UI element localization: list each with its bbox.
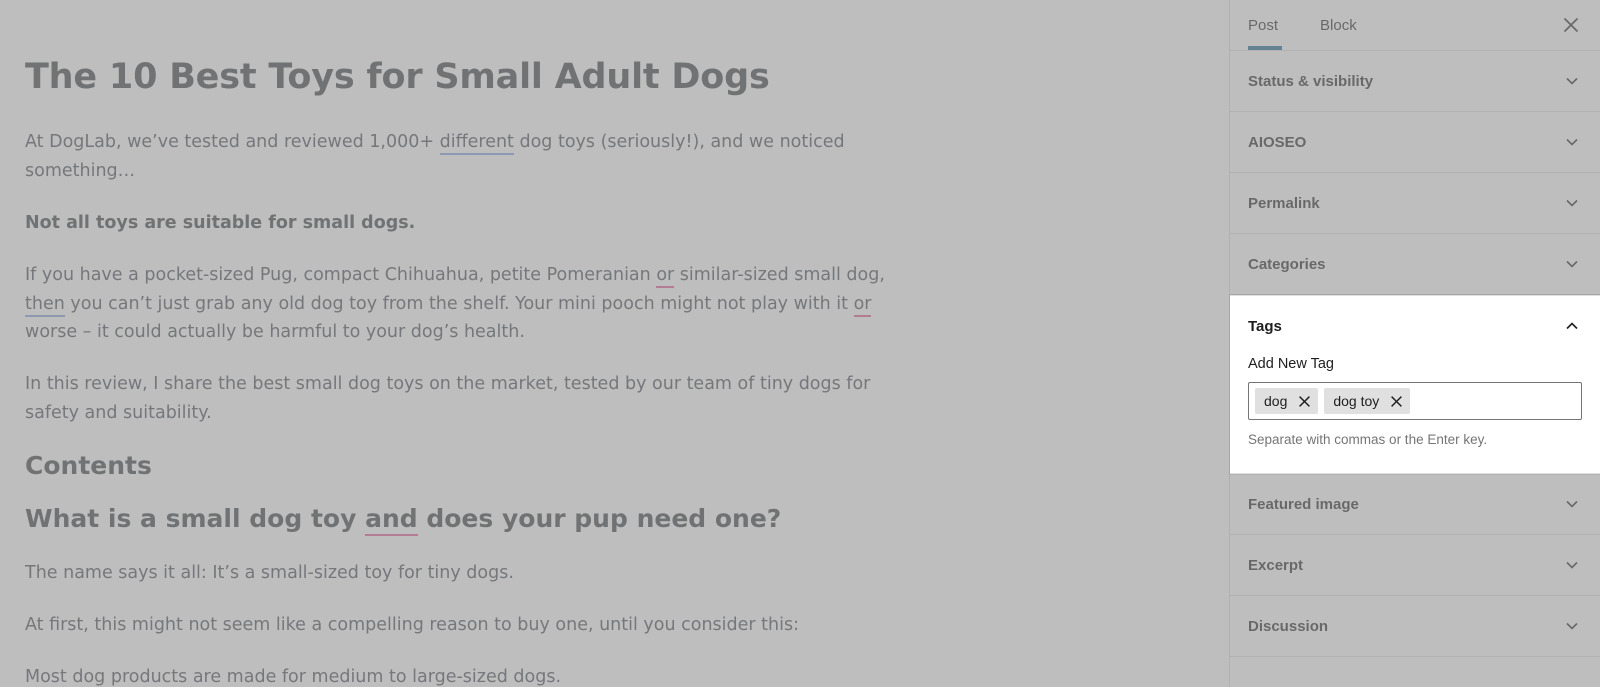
panel-tags-header[interactable]: Tags <box>1230 296 1600 356</box>
tags-token-field[interactable]: dog dog toy <box>1248 382 1582 420</box>
tag-token-dog-toy[interactable]: dog toy <box>1324 388 1411 414</box>
paragraph-intro[interactable]: At DogLab, we’ve tested and reviewed 1,0… <box>25 128 925 186</box>
tab-post-label: Post <box>1248 16 1279 34</box>
add-new-tag-label: Add New Tag <box>1248 356 1334 372</box>
p3-s1: If you have a pocket-sized Pug, compact … <box>25 264 657 285</box>
chevron-down-icon <box>1562 494 1582 514</box>
paragraph-not-all-toys[interactable]: Not all toys are suitable for small dogs… <box>25 209 925 238</box>
chevron-down-icon <box>1562 193 1582 213</box>
chevron-up-icon <box>1562 316 1582 336</box>
editor-screen: The 10 Best Toys for Small Adult Dogs At… <box>0 0 1600 687</box>
grammar-suggestion-and[interactable]: and <box>365 504 418 536</box>
heading-section-before: What is a small dog toy <box>25 504 366 533</box>
remove-tag-icon[interactable] <box>1294 391 1314 411</box>
heading-section-after: does your pup need one? <box>417 504 782 533</box>
panel-tags-label: Tags <box>1248 317 1282 335</box>
panel-featured-image-header[interactable]: Featured image <box>1230 474 1600 534</box>
tag-token-dog-toy-label: dog toy <box>1333 393 1380 409</box>
chevron-down-icon <box>1562 71 1582 91</box>
paragraph-intro-text-before: At DogLab, we’ve tested and reviewed 1,0… <box>25 132 440 152</box>
panel-categories[interactable]: Categories <box>1230 234 1600 295</box>
p3-s3: you can’t just grab any old dog toy from… <box>64 293 854 314</box>
grammar-suggestion-different[interactable]: different <box>439 132 514 155</box>
chevron-down-icon <box>1562 132 1582 152</box>
panel-featured-image-label: Featured image <box>1248 495 1359 513</box>
panel-aioseo[interactable]: AIOSEO <box>1230 112 1600 173</box>
tags-help-text: Separate with commas or the Enter key. <box>1248 432 1488 447</box>
close-icon[interactable] <box>1554 8 1588 42</box>
panel-excerpt-header[interactable]: Excerpt <box>1230 535 1600 595</box>
tag-token-dog[interactable]: dog <box>1255 388 1319 414</box>
panel-tags[interactable]: Tags Add New Tag dog dog toy Separate wi… <box>1230 295 1600 474</box>
tab-block[interactable]: Block <box>1306 0 1371 50</box>
paragraph-at-first[interactable]: At first, this might not seem like a com… <box>25 611 925 640</box>
heading-contents[interactable]: Contents <box>25 451 1000 480</box>
remove-tag-icon[interactable] <box>1386 391 1406 411</box>
chevron-down-icon <box>1562 555 1582 575</box>
panel-categories-label: Categories <box>1248 255 1326 273</box>
panel-categories-header[interactable]: Categories <box>1230 234 1600 294</box>
panel-status-visibility-header[interactable]: Status & visibility <box>1230 51 1600 111</box>
panel-permalink-label: Permalink <box>1248 194 1320 212</box>
panel-discussion-label: Discussion <box>1248 617 1329 635</box>
post-content: The 10 Best Toys for Small Adult Dogs At… <box>0 0 1000 687</box>
paragraph-pocket-sized[interactable]: If you have a pocket-sized Pug, compact … <box>25 261 925 348</box>
add-new-tag-input[interactable] <box>1416 388 1575 414</box>
panel-discussion[interactable]: Discussion <box>1230 596 1600 657</box>
panel-status-visibility[interactable]: Status & visibility <box>1230 51 1600 112</box>
heading-what-is-small-dog-toy[interactable]: What is a small dog toy and does your pu… <box>25 504 1000 536</box>
panel-aioseo-label: AIOSEO <box>1248 133 1307 151</box>
chevron-down-icon <box>1562 616 1582 636</box>
grammar-suggestion-or-1[interactable]: or <box>656 264 675 288</box>
panel-discussion-header[interactable]: Discussion <box>1230 596 1600 656</box>
panel-excerpt-label: Excerpt <box>1248 556 1304 574</box>
p3-s2: similar-sized small dog, <box>674 264 885 285</box>
tab-block-label: Block <box>1320 16 1357 34</box>
post-editor-canvas[interactable]: The 10 Best Toys for Small Adult Dogs At… <box>0 0 1229 687</box>
post-title[interactable]: The 10 Best Toys for Small Adult Dogs <box>25 56 1000 98</box>
panel-status-visibility-label: Status & visibility <box>1248 72 1374 90</box>
panel-permalink[interactable]: Permalink <box>1230 173 1600 234</box>
sidebar-tablist: Post Block <box>1248 0 1371 50</box>
chevron-down-icon <box>1562 254 1582 274</box>
grammar-suggestion-or-2[interactable]: or <box>853 293 872 317</box>
tag-token-dog-label: dog <box>1264 393 1288 409</box>
paragraph-in-this-review[interactable]: In this review, I share the best small d… <box>25 370 925 428</box>
grammar-suggestion-then[interactable]: then <box>25 293 65 317</box>
sidebar-header: Post Block <box>1230 0 1600 50</box>
paragraph-most-dog-products[interactable]: Most dog products are made for medium to… <box>25 663 925 687</box>
panel-tags-body: Add New Tag dog dog toy Separate with co… <box>1230 356 1600 473</box>
panel-featured-image[interactable]: Featured image <box>1230 474 1600 535</box>
p3-s4: worse – it could actually be harmful to … <box>25 322 525 343</box>
post-settings-sidebar: Post Block Status & visibility AIOSEO Pe… <box>1229 0 1600 687</box>
panel-permalink-header[interactable]: Permalink <box>1230 173 1600 233</box>
paragraph-name-says-it-all[interactable]: The name says it all: It’s a small-sized… <box>25 559 925 588</box>
tab-post[interactable]: Post <box>1248 0 1292 50</box>
panel-excerpt[interactable]: Excerpt <box>1230 535 1600 596</box>
panel-aioseo-header[interactable]: AIOSEO <box>1230 112 1600 172</box>
